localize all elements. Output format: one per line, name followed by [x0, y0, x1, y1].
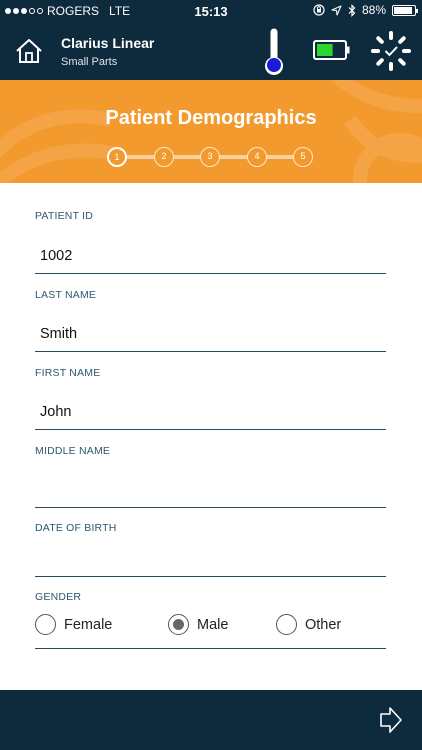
gender-option-other[interactable]: Other: [276, 614, 341, 635]
bottom-toolbar: [0, 690, 422, 750]
step-4[interactable]: 4: [247, 147, 267, 167]
middle-name-label: MIDDLE NAME: [35, 445, 111, 457]
step-5[interactable]: 5: [293, 147, 313, 167]
middle-name-input[interactable]: [35, 472, 386, 508]
home-icon[interactable]: [14, 36, 44, 66]
app-header: ROGERS LTE 15:13 88% Clarius Linear Smal…: [0, 0, 422, 80]
gender-option-label: Other: [305, 616, 342, 633]
page-title: Patient Demographics: [105, 107, 317, 129]
probe-battery-icon: [313, 40, 350, 60]
bluetooth-icon: [348, 3, 356, 17]
gender-label: GENDER: [35, 591, 82, 603]
last-name-label: LAST NAME: [35, 289, 97, 301]
last-name-input[interactable]: [35, 316, 386, 352]
banner-background-art: [0, 80, 422, 183]
radio-male[interactable]: [168, 614, 189, 635]
demographics-banner: Patient Demographics: [0, 80, 422, 183]
thermometer-icon: [265, 28, 283, 75]
gender-divider: [35, 648, 386, 649]
battery-icon: [392, 4, 418, 16]
connection-spinner-icon: [371, 31, 411, 71]
step-3[interactable]: 3: [200, 147, 220, 167]
location-icon: [331, 4, 342, 16]
status-right: 88%: [313, 3, 418, 17]
radio-female[interactable]: [35, 614, 56, 635]
battery-percent: 88%: [361, 3, 386, 17]
status-bar: ROGERS LTE 15:13 88%: [0, 0, 422, 22]
next-arrow-icon[interactable]: [378, 706, 404, 734]
gender-option-male[interactable]: Male: [168, 614, 228, 635]
date-of-birth-input[interactable]: [35, 541, 386, 577]
step-2[interactable]: 2: [154, 147, 174, 167]
gender-option-label: Female: [64, 616, 113, 633]
gender-option-female[interactable]: Female: [35, 614, 112, 635]
step-indicator: 1 2 3 4 5: [107, 147, 317, 167]
gender-option-label: Male: [197, 616, 229, 633]
orientation-lock-icon: [313, 4, 325, 16]
radio-other[interactable]: [276, 614, 297, 635]
preset-name: Small Parts: [61, 56, 118, 68]
step-1[interactable]: 1: [107, 147, 127, 167]
date-of-birth-label: DATE OF BIRTH: [35, 522, 117, 534]
patient-id-input[interactable]: [35, 238, 386, 274]
probe-name: Clarius Linear: [61, 35, 155, 51]
patient-id-label: PATIENT ID: [35, 210, 94, 222]
first-name-label: FIRST NAME: [35, 367, 101, 379]
first-name-input[interactable]: [35, 394, 386, 430]
gender-radio-group: Female Male Other: [35, 614, 386, 640]
